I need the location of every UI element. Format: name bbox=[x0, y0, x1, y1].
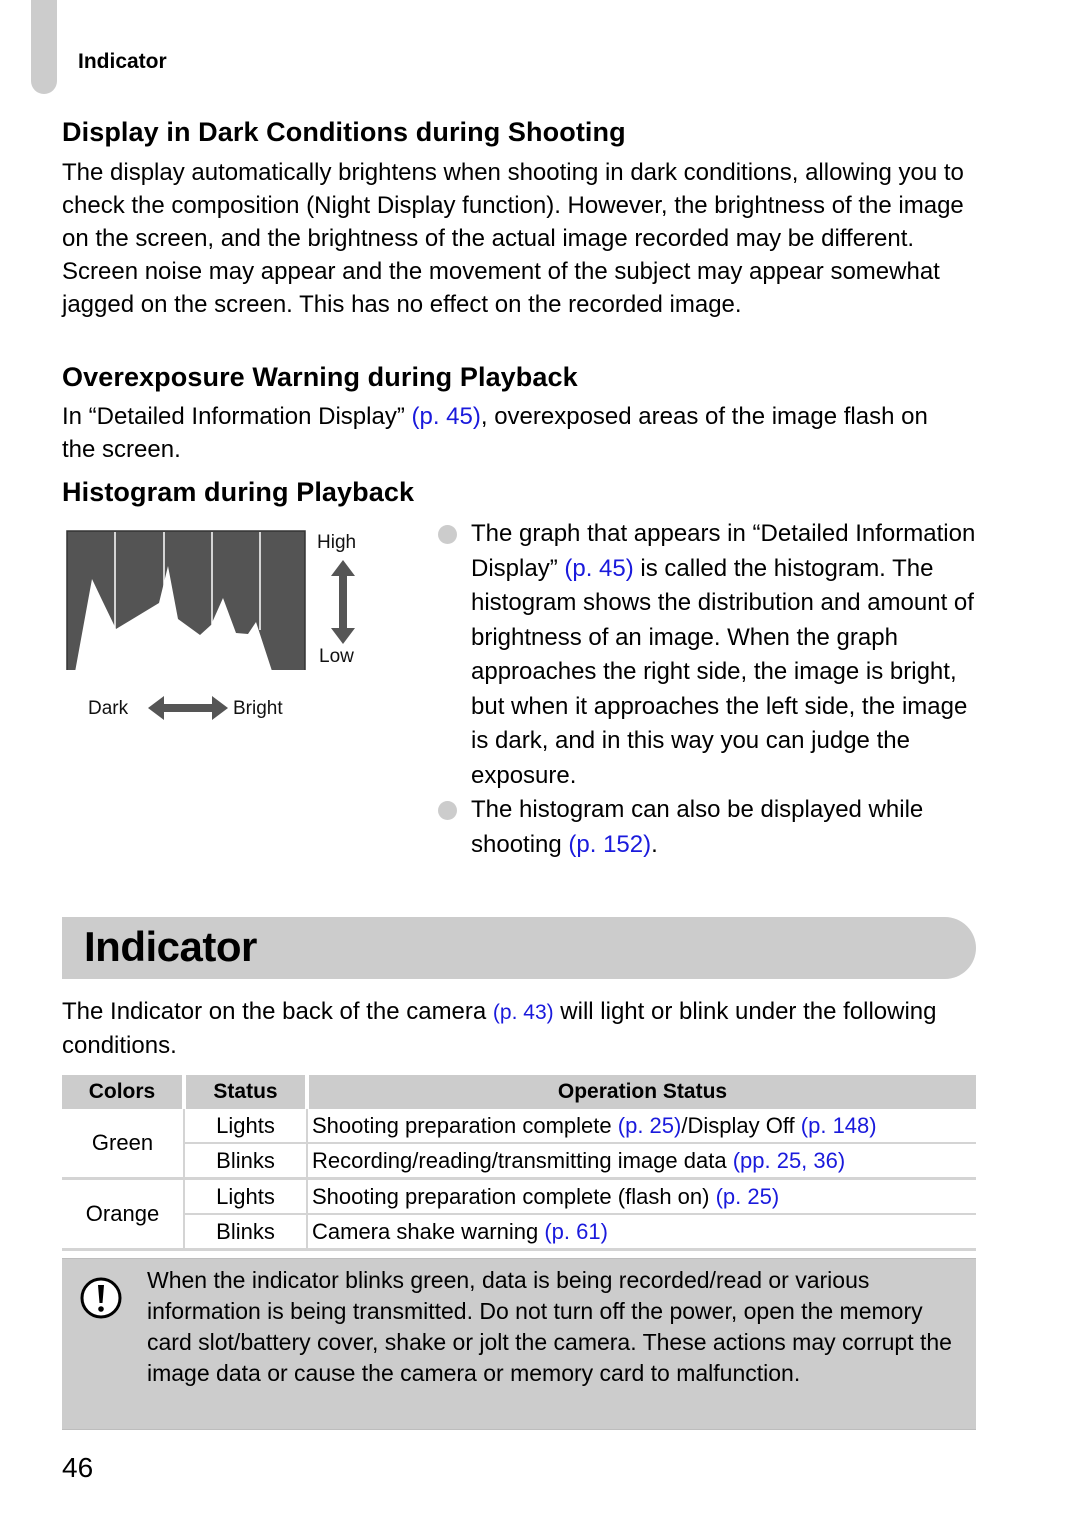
table-row: Blinks Camera shake warning (p. 61) bbox=[62, 1214, 976, 1251]
page-number: 46 bbox=[62, 1452, 94, 1483]
status-cell: Blinks bbox=[183, 1143, 307, 1180]
operation-text: Recording/reading/transmitting image dat… bbox=[312, 1147, 733, 1173]
label-high: High bbox=[317, 532, 357, 553]
status-cell: Blinks bbox=[183, 1214, 307, 1251]
bullet-text: is called the histogram. The histogram s… bbox=[471, 554, 974, 789]
caution-box: When the indicator blinks green, data is… bbox=[62, 1258, 976, 1430]
vertical-double-arrow-icon bbox=[331, 560, 355, 644]
table-row: Green Lights Shooting preparation complete… bbox=[62, 1109, 976, 1180]
page-link[interactable]: (p. 25) bbox=[716, 1184, 780, 1209]
operation-text: Camera shake warning bbox=[312, 1218, 545, 1244]
histogram-bullet-list: The graph that appears in “Detailed Info… bbox=[438, 517, 978, 862]
bullet-item: The histogram can also be displayed whil… bbox=[438, 793, 978, 862]
page-link[interactable]: (p. 43) bbox=[493, 1001, 554, 1024]
table-row: Orange Lights Shooting preparation complet… bbox=[62, 1178, 976, 1251]
column-header: Status bbox=[182, 1075, 307, 1109]
label-dark: Dark bbox=[88, 698, 129, 719]
caution-exclamation-icon bbox=[80, 1277, 122, 1319]
column-header: Colors bbox=[62, 1075, 184, 1109]
dark-display-body: The display automatically brightens when… bbox=[62, 159, 964, 318]
bullet-item: The graph that appears in “Detailed Info… bbox=[438, 517, 978, 793]
label-bright: Bright bbox=[233, 698, 283, 719]
section-banner: Indicator bbox=[62, 917, 976, 979]
status-cell: Lights bbox=[183, 1109, 307, 1144]
page-link[interactable]: (p. 148) bbox=[801, 1113, 877, 1138]
page-link[interactable]: (p. 61) bbox=[544, 1219, 608, 1244]
page-link[interactable]: (p. 25) bbox=[618, 1113, 682, 1138]
operation-status-cell: Recording/reading/transmitting image dat… bbox=[306, 1143, 976, 1180]
heading-overexposure: Overexposure Warning during Playback bbox=[62, 362, 578, 392]
section-title: Indicator bbox=[84, 923, 257, 970]
page-link[interactable]: (p. 45) bbox=[564, 555, 633, 582]
histogram-graph bbox=[66, 530, 306, 670]
table-row: Blinks Recording/reading/transmitting ima… bbox=[62, 1143, 976, 1180]
bullet-dot-icon bbox=[438, 525, 457, 544]
indicator-intro: The Indicator on the back of the camera … bbox=[62, 995, 962, 1062]
page-link[interactable]: (p. 152) bbox=[568, 831, 651, 858]
page-link[interactable]: (pp. 25, 36) bbox=[733, 1148, 846, 1173]
indicator-table: Colors Status Operation Status Green Ligh… bbox=[62, 1075, 976, 1251]
operation-text: Shooting preparation complete (flash on) bbox=[312, 1183, 716, 1209]
caution-text: When the indicator blinks green, data is… bbox=[147, 1267, 952, 1386]
color-cell: Orange bbox=[62, 1178, 184, 1251]
operation-status-cell: Shooting preparation complete (p. 25)/Di… bbox=[306, 1109, 976, 1144]
heading-dark-display: Display in Dark Conditions during Shooti… bbox=[62, 117, 626, 147]
heading-histogram: Histogram during Playback bbox=[62, 477, 415, 507]
bullet-dot-icon bbox=[438, 801, 457, 820]
bullet-text: . bbox=[651, 830, 658, 858]
intro-text: The Indicator on the back of the camera bbox=[62, 998, 493, 1025]
overexposure-body: In “Detailed Information Display” (p. 45… bbox=[62, 400, 962, 466]
operation-text: /Display Off bbox=[681, 1112, 801, 1138]
running-head: Indicator bbox=[78, 50, 167, 73]
horizontal-double-arrow-icon bbox=[148, 696, 228, 720]
label-low: Low bbox=[319, 646, 354, 667]
status-cell: Lights bbox=[183, 1178, 307, 1215]
operation-status-cell: Shooting preparation complete (flash on)… bbox=[306, 1178, 976, 1215]
chapter-tab-marker bbox=[31, 0, 57, 94]
operation-text: Shooting preparation complete bbox=[312, 1112, 618, 1138]
color-cell: Green bbox=[62, 1109, 184, 1180]
table-header-row: Colors Status Operation Status bbox=[62, 1075, 976, 1109]
bullet-text: The histogram can also be displayed whil… bbox=[471, 796, 924, 858]
overexposure-text: In “Detailed Information Display” bbox=[62, 403, 412, 430]
column-header: Operation Status bbox=[305, 1075, 976, 1109]
operation-status-cell: Camera shake warning (p. 61) bbox=[306, 1214, 976, 1251]
page-link[interactable]: (p. 45) bbox=[411, 403, 480, 430]
